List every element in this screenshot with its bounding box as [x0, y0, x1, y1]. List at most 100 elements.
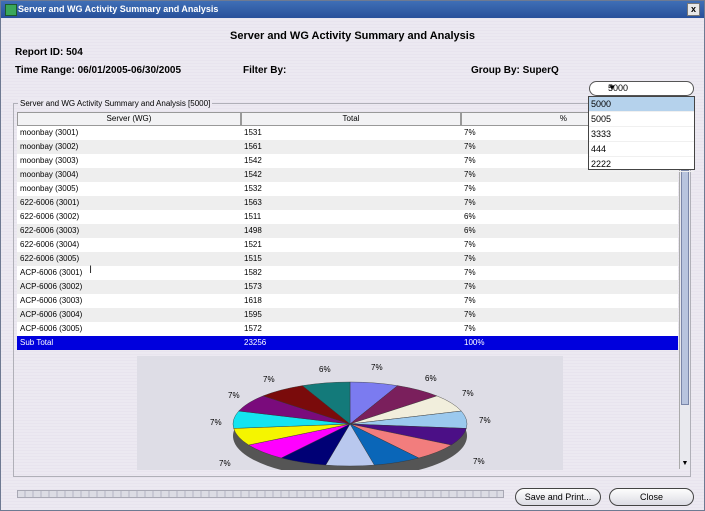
- subtotal-label: Sub Total: [20, 338, 54, 347]
- cell-total: 1511: [244, 212, 262, 221]
- subtotal-total: 23256: [244, 338, 267, 347]
- table-row[interactable]: 622-6006 (3003) 1498 6%: [17, 224, 678, 238]
- group-title: Server and WG Activity Summary and Analy…: [18, 99, 213, 108]
- pie-label: 7%: [210, 418, 222, 427]
- pie-label: 7%: [228, 391, 240, 400]
- report-window: Server and WG Activity Summary and Analy…: [0, 0, 705, 511]
- title-bar[interactable]: Server and WG Activity Summary and Analy…: [1, 1, 704, 18]
- cell-total: 1542: [244, 170, 262, 179]
- summary-table: Server (WG) Total % moonbay (3001) 1531 7%…: [17, 112, 678, 350]
- pie-label: 7%: [462, 389, 474, 398]
- superq-dropdown-list: 5000 5005 3333 444 2222: [588, 96, 695, 172]
- table-row[interactable]: 622-6006 (3001) 1563 7%: [17, 196, 678, 210]
- table-row[interactable]: moonbay (3001) 1531 7%: [17, 126, 678, 140]
- table-row[interactable]: moonbay (3002) 1561 7%: [17, 140, 678, 154]
- table-row[interactable]: ACP-6006 (3005) 1572 7%: [17, 322, 678, 336]
- cell-total: 1542: [244, 156, 262, 165]
- table-row[interactable]: moonbay (3003) 1542 7%: [17, 154, 678, 168]
- cell-server: 622-6006 (3002): [20, 212, 80, 221]
- cell-server: ACP-6006 (3005): [20, 324, 83, 333]
- table-row[interactable]: ACP-6006 (3003) 1618 7%: [17, 294, 678, 308]
- column-header-total[interactable]: Total: [241, 112, 461, 126]
- dropdown-option[interactable]: 444: [589, 142, 694, 157]
- cell-server: moonbay (3005): [20, 184, 79, 193]
- table-row[interactable]: ACP-6006 (3004) 1595 7%: [17, 308, 678, 322]
- cell-total: 1498: [244, 226, 262, 235]
- scrollbar-thumb[interactable]: [681, 170, 689, 405]
- text-cursor-icon: I: [89, 264, 93, 276]
- cell-server: moonbay (3003): [20, 156, 79, 165]
- report-heading: Server and WG Activity Summary and Analy…: [230, 30, 475, 42]
- cell-server: 622-6006 (3005): [20, 254, 80, 263]
- cell-percent: 6%: [464, 212, 476, 221]
- cell-server: moonbay (3001): [20, 128, 79, 137]
- time-range: Time Range: 06/01/2005-06/30/2005: [15, 65, 182, 76]
- cell-server: ACP-6006 (3002): [20, 282, 83, 291]
- progress-bar: [17, 490, 504, 498]
- cell-percent: 7%: [464, 254, 476, 263]
- cell-percent: 7%: [464, 324, 476, 333]
- cell-server: 622-6006 (3001): [20, 198, 80, 207]
- pie-label: 7%: [219, 459, 231, 468]
- pie-label: 6%: [319, 365, 331, 374]
- dropdown-option[interactable]: 2222: [589, 157, 694, 172]
- cell-percent: 6%: [464, 226, 476, 235]
- pie-label: 7%: [473, 457, 485, 466]
- pie-chart: 6% 7% 6% 7% 7% 7% 7% 7% 7% 7%: [210, 363, 491, 470]
- cell-total: 1532: [244, 184, 262, 193]
- report-id: Report ID: 504: [15, 47, 83, 58]
- cell-total: 1572: [244, 324, 262, 333]
- pie-label: 7%: [479, 416, 491, 425]
- table-row[interactable]: 622-6006 (3002) 1511 6%: [17, 210, 678, 224]
- filter-by: Filter By:: [243, 65, 287, 76]
- cell-server: ACP-6006 (3001): [20, 268, 83, 277]
- scroll-down-arrow-icon[interactable]: ▼: [680, 459, 690, 469]
- cell-total: 1531: [244, 128, 262, 137]
- cell-percent: 7%: [464, 282, 476, 291]
- cell-percent: 7%: [464, 198, 476, 207]
- cell-total: 1595: [244, 310, 262, 319]
- cell-percent: 7%: [464, 184, 476, 193]
- table-row[interactable]: 622-6006 (3004) 1521 7%: [17, 238, 678, 252]
- table-row[interactable]: ACP-6006 (3002) 1573 7%: [17, 280, 678, 294]
- cell-total: 1618: [244, 296, 262, 305]
- pie-chart-panel: 6% 7% 6% 7% 7% 7% 7% 7% 7% 7%: [137, 356, 563, 470]
- cell-server: ACP-6006 (3004): [20, 310, 83, 319]
- table-header: Server (WG) Total %: [17, 112, 678, 126]
- close-button[interactable]: Close: [609, 488, 694, 506]
- pie-label: 7%: [371, 363, 383, 372]
- cell-total: 1582: [244, 268, 262, 277]
- cell-total: 1563: [244, 198, 262, 207]
- close-window-icon[interactable]: x: [687, 3, 700, 16]
- dropdown-option[interactable]: 3333: [589, 127, 694, 142]
- cell-percent: 7%: [464, 268, 476, 277]
- pie-label: 6%: [425, 374, 437, 383]
- table-row[interactable]: moonbay (3005) 1532 7%: [17, 182, 678, 196]
- app-icon: [5, 4, 17, 16]
- column-header-server[interactable]: Server (WG): [17, 112, 241, 126]
- cell-server: 622-6006 (3004): [20, 240, 80, 249]
- table-row[interactable]: ACP-6006 (3001) 1582 7%: [17, 266, 678, 280]
- subtotal-row[interactable]: Sub Total 23256 100%: [17, 336, 678, 350]
- pie-label: 7%: [263, 375, 275, 384]
- cell-percent: 7%: [464, 310, 476, 319]
- cell-total: 1515: [244, 254, 262, 263]
- cell-server: 622-6006 (3003): [20, 226, 80, 235]
- table-row[interactable]: 622-6006 (3005) 1515 7%: [17, 252, 678, 266]
- cell-server: ACP-6006 (3003): [20, 296, 83, 305]
- table-row[interactable]: moonbay (3004) 1542 7%: [17, 168, 678, 182]
- cell-percent: 7%: [464, 240, 476, 249]
- superq-select[interactable]: 5000 ▼: [589, 81, 694, 96]
- cell-percent: 7%: [464, 296, 476, 305]
- cell-server: moonbay (3002): [20, 142, 79, 151]
- cell-total: 1573: [244, 282, 262, 291]
- save-and-print-button[interactable]: Save and Print...: [515, 488, 601, 506]
- dropdown-option[interactable]: 5005: [589, 112, 694, 127]
- subtotal-percent: 100%: [464, 338, 485, 347]
- dropdown-option[interactable]: 5000: [589, 97, 694, 112]
- window-title: Server and WG Activity Summary and Analy…: [18, 4, 219, 14]
- chevron-down-icon[interactable]: ▼: [608, 83, 688, 92]
- cell-server: moonbay (3004): [20, 170, 79, 179]
- group-by: Group By: SuperQ: [471, 65, 559, 76]
- cell-total: 1561: [244, 142, 262, 151]
